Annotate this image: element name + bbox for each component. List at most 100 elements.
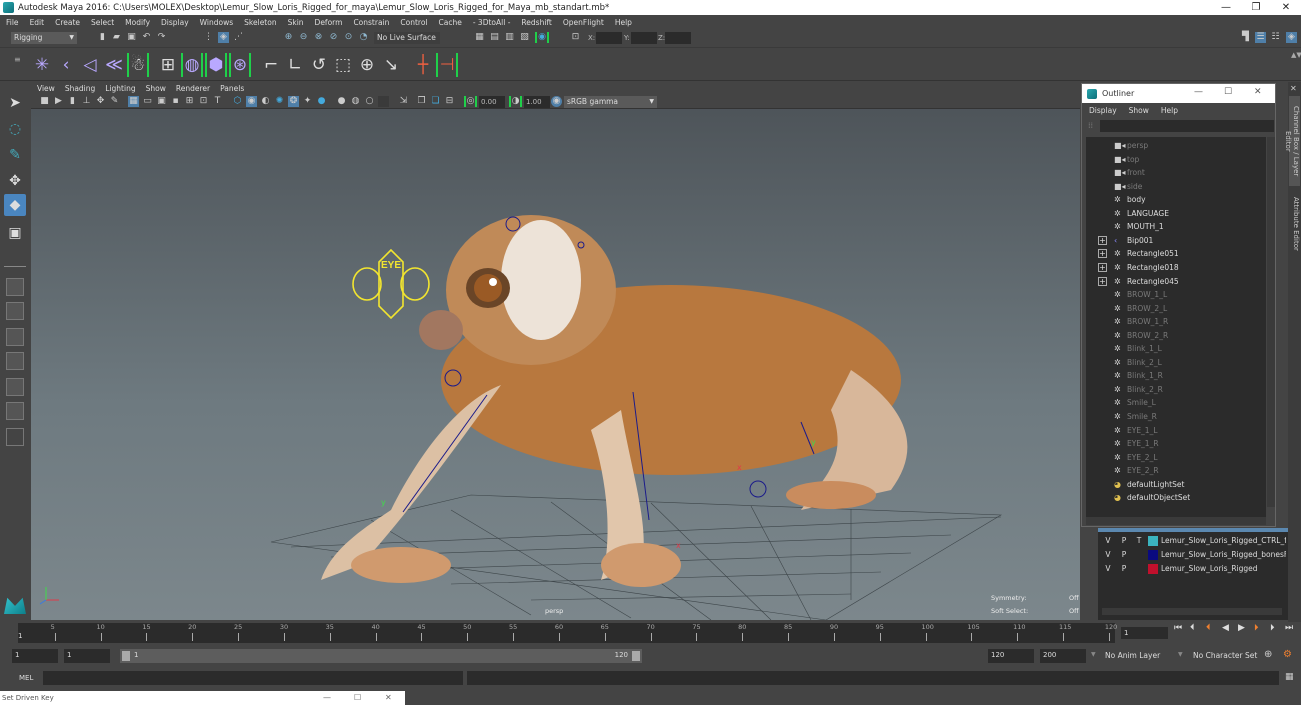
open-scene-icon[interactable]: ▰ — [111, 32, 122, 43]
outliner-item[interactable]: ✲ body — [1086, 193, 1256, 207]
grid-toggle-icon[interactable]: ▦ — [128, 96, 139, 107]
lattice-icon[interactable]: ⬢ — [205, 53, 227, 77]
outliner-item[interactable]: ■◂ side — [1086, 180, 1256, 194]
layer-playback-toggle[interactable]: P — [1118, 548, 1130, 562]
scene-render[interactable]: EYE y y x x — [31, 110, 1080, 620]
outliner-vertical-scrollbar[interactable] — [1267, 137, 1275, 507]
x-field[interactable] — [596, 32, 622, 44]
2d-pan-zoom-icon[interactable]: ✥ — [95, 96, 106, 107]
shadows-icon[interactable]: ● — [316, 96, 327, 107]
outliner-horizontal-scrollbar[interactable] — [1086, 517, 1266, 525]
outliner-search-input[interactable] — [1100, 120, 1274, 132]
layer-color-swatch[interactable] — [1148, 536, 1158, 546]
anti-aliasing-icon[interactable]: ○ — [364, 96, 375, 107]
expand-icon[interactable]: + — [1098, 235, 1107, 245]
persp-graph-layout-icon[interactable] — [6, 352, 24, 370]
play-backwards-icon[interactable]: ◀ — [1222, 623, 1229, 633]
channel-box-toggle-icon[interactable]: ☰ — [1255, 32, 1266, 43]
gamma-icon[interactable]: ◑ — [509, 96, 522, 107]
outliner-item[interactable]: ✲ BROW_2_L — [1086, 302, 1256, 316]
persp-hypershade-layout-icon[interactable] — [6, 378, 24, 396]
menu-item[interactable]: Edit — [30, 18, 45, 27]
snap-point-icon[interactable]: ⊗ — [313, 32, 324, 43]
attribute-editor-toggle-icon[interactable]: ☷ — [1270, 32, 1281, 43]
command-input[interactable] — [43, 671, 463, 685]
field-chart-icon[interactable]: ⊞ — [184, 96, 195, 107]
animation-preferences-icon[interactable]: ⚙ — [1283, 649, 1292, 660]
z-field[interactable] — [665, 32, 691, 44]
menu-item[interactable]: Constrain — [353, 18, 389, 27]
xray-icon[interactable]: ❐ — [416, 96, 427, 107]
layer-color-swatch[interactable] — [1148, 550, 1158, 560]
wireframe-icon[interactable]: ⬡ — [232, 96, 243, 107]
current-frame-field[interactable]: 1 — [1121, 627, 1168, 639]
outliner-menu-item[interactable]: Help — [1161, 106, 1178, 115]
menu-item[interactable]: Control — [400, 18, 427, 27]
new-scene-icon[interactable]: ▮ — [97, 32, 108, 43]
xray-active-icon[interactable]: ❏ — [430, 96, 441, 107]
depth-of-field-icon[interactable] — [378, 96, 389, 107]
snap-view-icon[interactable]: ⊘ — [328, 32, 339, 43]
save-scene-icon[interactable]: ▣ — [126, 32, 137, 43]
wireframe-on-shaded-icon[interactable]: ✺ — [274, 96, 285, 107]
persp-outliner-layout-icon[interactable] — [6, 328, 24, 346]
restore-button[interactable]: ❐ — [1241, 0, 1271, 15]
select-component-icon[interactable]: ⋰ — [233, 32, 244, 43]
character-set-dropdown[interactable]: No Character Set — [1190, 649, 1258, 663]
filter-icon[interactable]: ⁞⁞ — [1088, 121, 1093, 130]
outliner-item[interactable]: ✲ BROW_1_L — [1086, 288, 1256, 302]
tab-attribute-editor[interactable]: Attribute Editor — [1289, 194, 1300, 254]
outliner-item[interactable]: ✲ Blink_1_R — [1086, 369, 1256, 383]
humanik-icon[interactable]: ☃ — [127, 53, 149, 77]
ik-spline-icon[interactable]: ≪ — [103, 53, 125, 77]
range-start-handle[interactable] — [122, 651, 130, 661]
isolate-select-icon[interactable]: ⇲ — [398, 96, 409, 107]
snap-surface-icon[interactable]: ⊙ — [343, 32, 354, 43]
step-back-frame-icon[interactable]: ⏴ — [1206, 623, 1211, 633]
four-view-layout-icon[interactable] — [6, 302, 24, 320]
film-gate-icon[interactable]: ▭ — [142, 96, 153, 107]
move-tool-icon[interactable]: ✥ — [4, 170, 26, 192]
outliner-item[interactable]: ✲ Blink_2_L — [1086, 356, 1256, 370]
gate-mask-icon[interactable]: ▪ — [170, 96, 181, 107]
go-to-start-icon[interactable]: ⏮ — [1174, 623, 1182, 633]
shelf-tab-toggle-icon[interactable]: ≡ — [14, 55, 21, 64]
color-space-dropdown[interactable]: sRGB gamma ▼ — [564, 96, 657, 108]
menu-item[interactable]: Redshift — [521, 18, 551, 27]
custom-layout-icon[interactable] — [6, 428, 24, 446]
layer-row[interactable]: V P Lemur_Slow_Loris_Rigged_bonesFB — [1098, 548, 1288, 562]
snap-grid-icon[interactable]: ⊕ — [283, 32, 294, 43]
step-forward-frame-icon[interactable]: ⏵ — [1254, 623, 1259, 633]
play-forwards-icon[interactable]: ▶ — [1238, 623, 1245, 633]
outliner-minimize-button[interactable]: — — [1194, 87, 1203, 97]
playback-end-field[interactable]: 120 — [988, 649, 1034, 663]
transform-mode-icon[interactable]: ⊡ — [570, 32, 581, 43]
animation-start-field[interactable]: 1 — [12, 649, 58, 663]
layer-visibility-toggle[interactable]: V — [1102, 562, 1114, 576]
menu-item[interactable]: OpenFlight — [563, 18, 604, 27]
range-end-handle[interactable] — [632, 651, 640, 661]
outliner-item[interactable]: ■◂ front — [1086, 166, 1256, 180]
animation-end-field[interactable]: 200 — [1040, 649, 1086, 663]
auto-key-icon[interactable]: ⊕ — [1264, 649, 1272, 660]
color-management-icon[interactable]: ◉ — [551, 96, 562, 107]
outliner-item[interactable]: ✲ EYE_2_L — [1086, 451, 1256, 465]
render-view-icon[interactable]: ▦ — [474, 32, 485, 43]
cluster-icon[interactable]: ⊛ — [229, 53, 251, 77]
menu-item[interactable]: - 3DtoAll - — [473, 18, 511, 27]
outliner-item[interactable]: + ✲ Rectangle018 — [1086, 261, 1256, 275]
step-back-key-icon[interactable]: ⏴ — [1190, 623, 1195, 633]
menu-item[interactable]: File — [6, 18, 19, 27]
create-joints-icon[interactable]: ✳ — [31, 53, 53, 77]
expand-icon[interactable]: + — [1098, 262, 1107, 272]
motion-blur-icon[interactable]: ◍ — [350, 96, 361, 107]
outliner-item[interactable]: ✲ MOUTH_1 — [1086, 220, 1256, 234]
parent-constraint-icon[interactable]: ⌐ — [260, 53, 282, 77]
menu-item[interactable]: Skin — [288, 18, 304, 27]
paint-weights-icon[interactable]: ◍ — [181, 53, 203, 77]
chevron-down-icon[interactable]: ▼ — [1178, 651, 1183, 658]
viewport-menu-item[interactable]: Show — [146, 84, 166, 93]
lasso-tool-icon[interactable]: ◌ — [4, 118, 26, 140]
render-settings-icon[interactable]: ▧ — [519, 32, 530, 43]
safe-action-icon[interactable]: ⊡ — [198, 96, 209, 107]
